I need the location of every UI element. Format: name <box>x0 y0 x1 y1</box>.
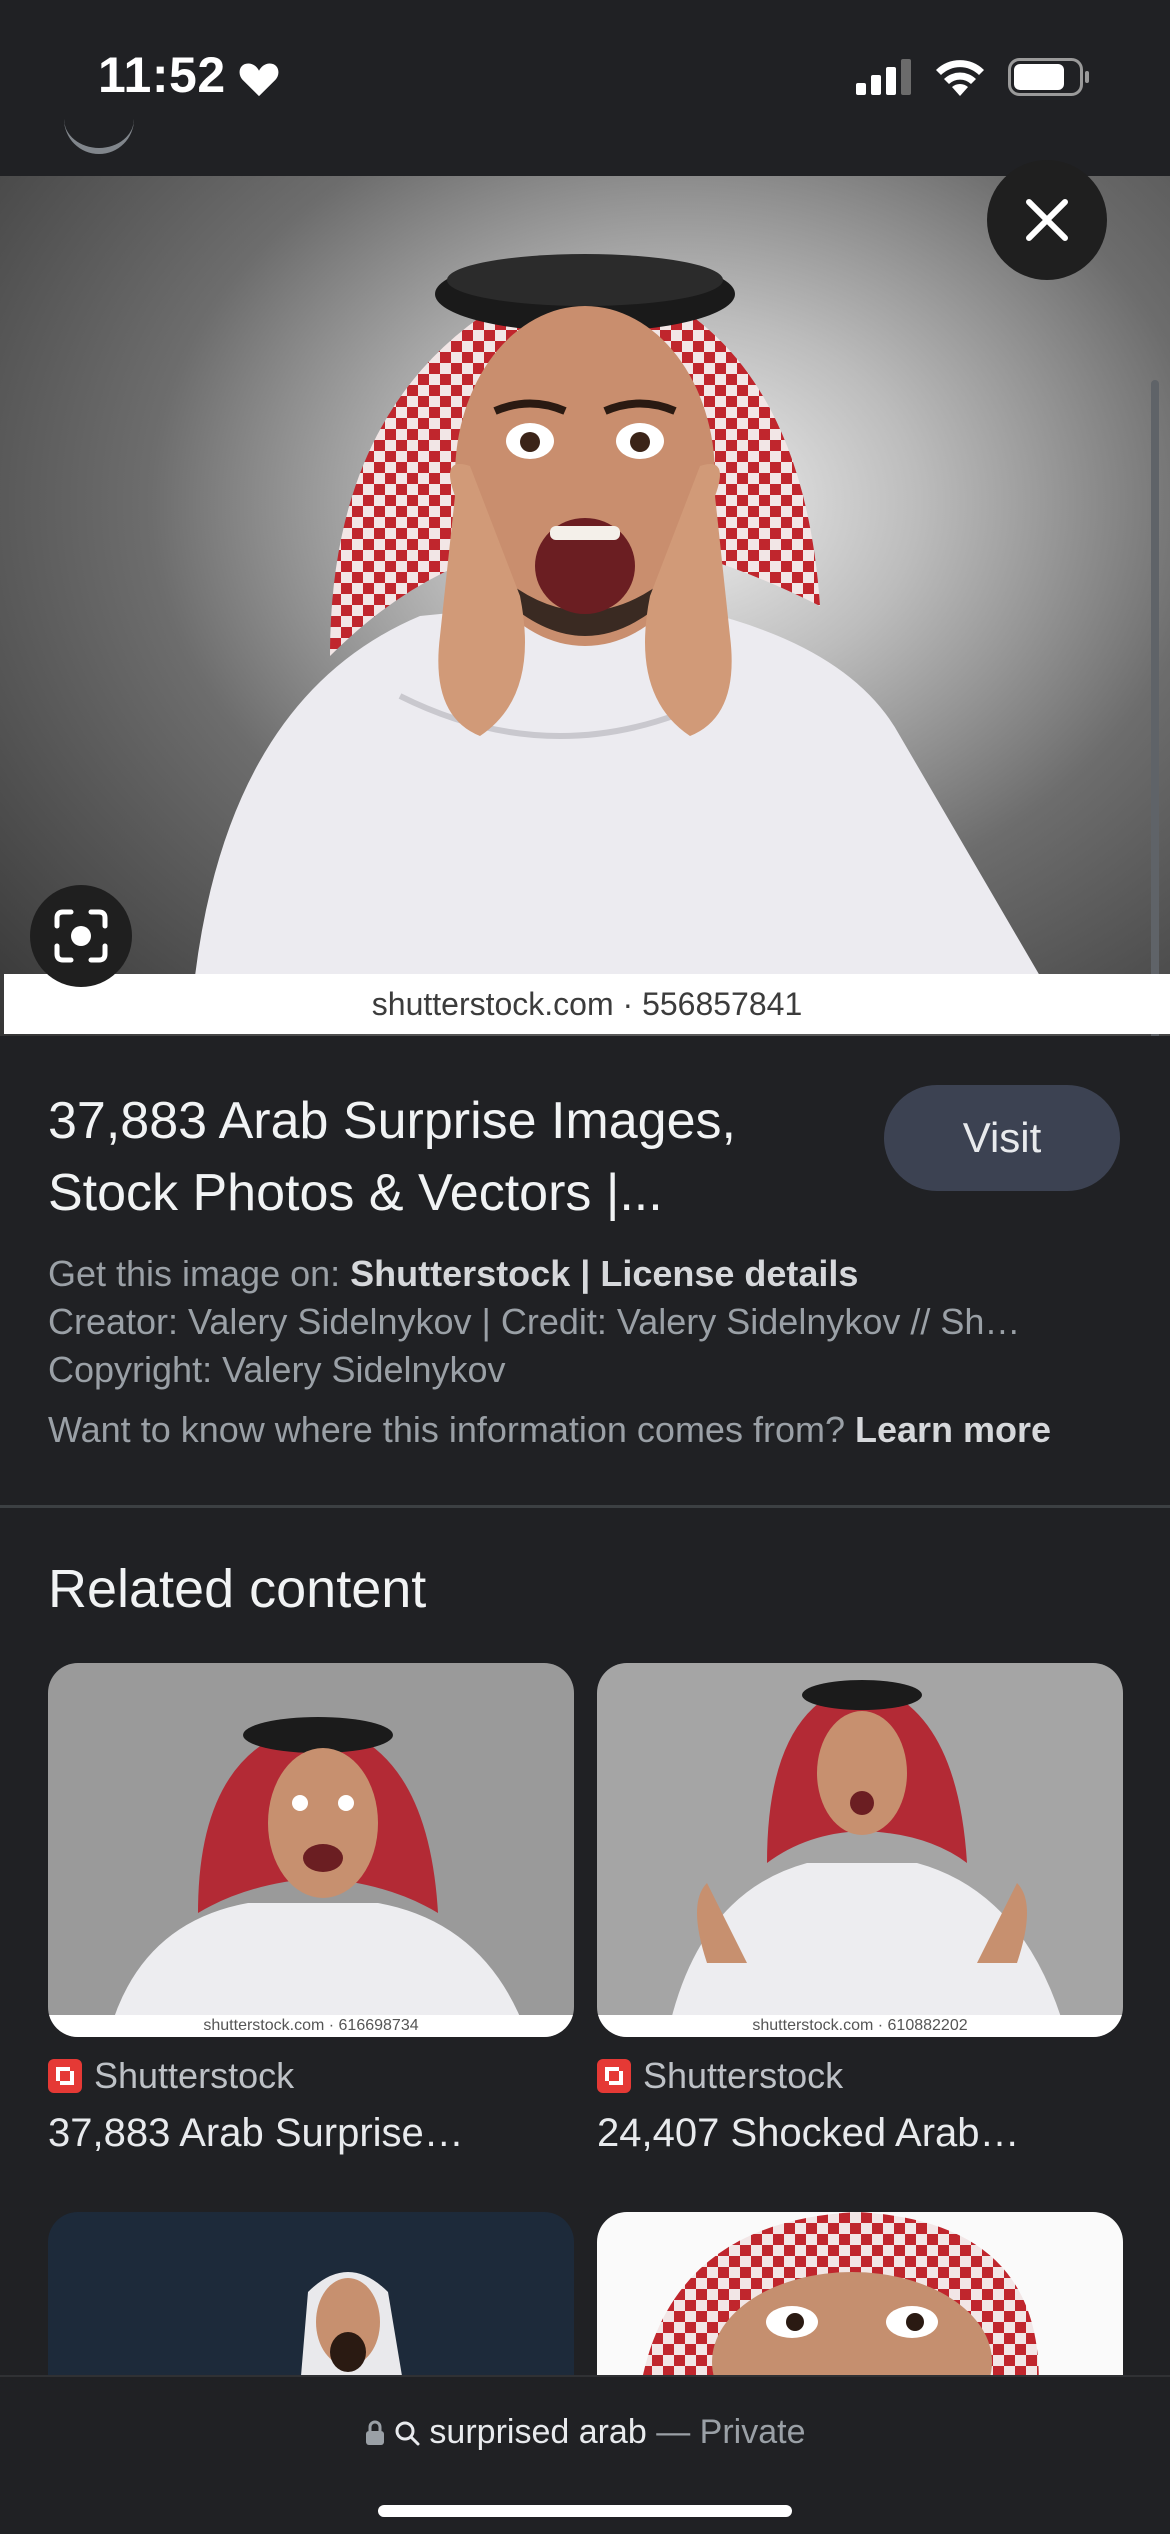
address-bar[interactable]: surprised arab — Private <box>0 2413 1170 2452</box>
google-lens-button[interactable] <box>30 885 132 987</box>
related-title[interactable]: 24,407 Shocked Arab… <box>597 2111 1123 2156</box>
related-content-heading: Related content <box>48 1559 427 1619</box>
shutterstock-icon <box>48 2059 82 2093</box>
related-card[interactable]: shutterstock.com · 616698734 Shutterstoc… <box>48 1663 574 2156</box>
related-source: Shutterstock <box>48 2055 574 2097</box>
shutterstock-icon <box>597 2059 631 2093</box>
close-button[interactable] <box>987 160 1107 280</box>
creator-line: Creator: Valery Sidelnykov | Credit: Val… <box>48 1301 1021 1342</box>
copyright-line: Copyright: Valery Sidelnykov <box>48 1349 506 1390</box>
battery-icon <box>1008 58 1089 96</box>
learn-more-link[interactable]: Learn more <box>855 1409 1051 1450</box>
close-icon <box>1026 199 1068 241</box>
home-indicator[interactable] <box>378 2505 792 2517</box>
image-watermark-caption: shutterstock.com · 556857841 <box>4 974 1170 1034</box>
related-source-name: Shutterstock <box>643 2055 844 2096</box>
related-thumbnail-illustration <box>597 1663 1123 2037</box>
thumbnail-caption: shutterstock.com · 616698734 <box>48 2015 574 2037</box>
get-image-prefix: Get this image on: <box>48 1253 341 1294</box>
result-title[interactable]: 37,883 Arab Surprise Images, Stock Photo… <box>48 1085 848 1229</box>
separator: | <box>580 1253 591 1294</box>
private-mode-label: — Private <box>656 2413 806 2451</box>
status-indicators <box>856 58 1090 96</box>
account-avatar-partial[interactable] <box>64 118 134 154</box>
wifi-icon <box>936 60 984 96</box>
search-query: surprised arab <box>429 2413 647 2451</box>
lock-icon <box>365 2420 384 2445</box>
image-metadata: Get this image on: Shutterstock | Licens… <box>48 1250 1118 1454</box>
divider <box>0 1505 1170 1508</box>
related-thumbnail[interactable]: shutterstock.com · 610882202 <box>597 1663 1123 2037</box>
signal-icon <box>856 59 911 95</box>
preview-image[interactable] <box>0 176 1170 1036</box>
status-bar: 11:52 <box>0 0 1170 176</box>
status-time: 11:52 <box>98 47 226 103</box>
source-link[interactable]: Shutterstock <box>350 1253 570 1294</box>
heart-icon <box>239 63 279 97</box>
visit-button[interactable]: Visit <box>884 1085 1120 1191</box>
preview-image-illustration <box>195 254 1040 976</box>
search-icon <box>395 2421 420 2446</box>
related-card[interactable]: shutterstock.com · 610882202 Shutterstoc… <box>597 1663 1123 2156</box>
related-source-name: Shutterstock <box>94 2055 295 2096</box>
related-thumbnail-illustration <box>48 1663 574 2037</box>
info-question: Want to know where this information come… <box>48 1409 845 1450</box>
license-details-link[interactable]: License details <box>600 1253 858 1294</box>
google-lens-icon <box>54 909 108 963</box>
related-thumbnail[interactable]: shutterstock.com · 616698734 <box>48 1663 574 2037</box>
related-source: Shutterstock <box>597 2055 1123 2097</box>
scrollbar[interactable] <box>1151 380 1159 1036</box>
thumbnail-caption: shutterstock.com · 610882202 <box>597 2015 1123 2037</box>
related-title[interactable]: 37,883 Arab Surprise… <box>48 2111 574 2156</box>
browser-bottom-bar: surprised arab — Private <box>0 2375 1170 2534</box>
